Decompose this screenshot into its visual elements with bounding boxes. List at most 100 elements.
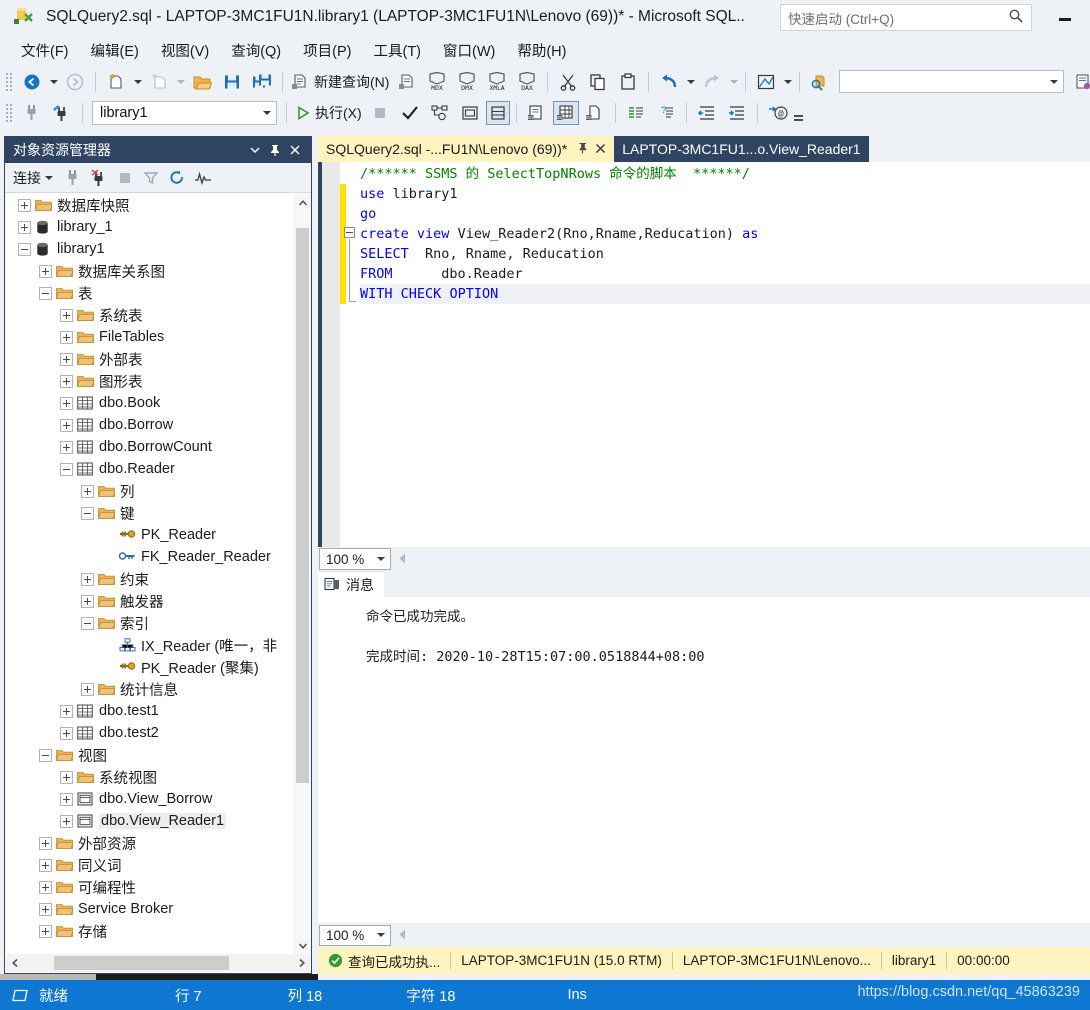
tree-node[interactable]: 统计信息 [6,678,295,700]
tree-node[interactable]: dbo.View_Reader1 [6,810,295,832]
editor-code[interactable]: /****** SSMS 的 SelectTopNRows 命令的脚本 ****… [360,164,1090,304]
results-zoom-dropdown-icon[interactable] [372,933,390,937]
toolbar-grip[interactable] [5,71,14,92]
navigate-back-button[interactable] [18,70,46,94]
menu-item-edit[interactable]: 编辑(E) [80,37,150,64]
copy-button[interactable] [584,70,612,94]
toolbar-overflow-icon[interactable] [793,102,805,124]
query-options-button[interactable] [456,101,484,125]
connect-button[interactable] [48,101,76,125]
tree-node[interactable]: dbo.test1 [6,700,295,722]
object-explorer-tree[interactable]: 数据库快照 library_1 library1 数据库关系图表系统表 FileTabl… [6,194,295,954]
expand-icon[interactable] [60,396,73,410]
expand-icon[interactable] [39,264,52,278]
navigate-forward-button[interactable] [61,70,89,94]
results-to-grid-button[interactable]: 01 [552,100,579,125]
quick-launch-box[interactable]: 快速启动 (Ctrl+Q) [780,4,1032,31]
new-mdx-query-button[interactable]: MDX [423,70,451,94]
collapse-icon[interactable] [81,506,94,520]
expand-icon[interactable] [81,682,94,696]
editor-zoom-dropdown-icon[interactable] [372,557,390,561]
expand-icon[interactable] [60,770,73,784]
stop-button[interactable] [366,101,394,125]
tree-node[interactable]: 可编程性 [6,876,295,898]
paste-button[interactable] [614,70,642,94]
comment-lines-button[interactable] [622,101,650,125]
filter-icon[interactable] [139,167,163,189]
tree-scroll-thumb[interactable] [296,228,309,783]
tree-node[interactable]: 索引 [6,612,295,634]
tree-node[interactable]: dbo.BorrowCount [6,436,295,458]
disconnect-button[interactable] [18,101,46,125]
menu-item-view[interactable]: 视图(V) [150,37,220,64]
tree-node[interactable]: IX_Reader (唯一，非 [6,634,295,656]
results-to-text-button[interactable]: 01 [523,101,551,125]
extension-button[interactable] [1069,70,1090,94]
connect-label[interactable]: 连接 [13,168,41,188]
tree-hscroll-thumb[interactable] [54,956,229,970]
expand-icon[interactable] [60,792,73,806]
tree-node[interactable]: dbo.Book [6,392,295,414]
parse-button[interactable] [396,101,424,125]
results-body[interactable]: 命令已成功完成。 完成时间: 2020-10-28T15:07:00.05188… [318,597,1090,923]
expand-icon[interactable] [18,220,31,234]
tree-node[interactable]: dbo.Borrow [6,414,295,436]
tab-view-reader1[interactable]: LAPTOP-3MC1FU1...o.View_Reader1 [614,136,869,162]
new-dmx-query-button[interactable]: DMX [453,70,481,94]
collapse-icon[interactable] [18,242,31,256]
menu-item-tools[interactable]: 工具(T) [362,37,432,64]
expand-icon[interactable] [60,374,73,388]
display-estimated-plan-button[interactable] [426,101,454,125]
minimize-button[interactable] [1054,10,1076,28]
new-project-button[interactable] [145,70,173,94]
expand-icon[interactable] [81,572,94,586]
include-actual-plan-button[interactable] [485,100,510,125]
outline-collapse-icon[interactable] [344,227,355,238]
expand-icon[interactable] [60,308,73,322]
scroll-down-arrow-icon[interactable] [295,937,310,954]
tree-node[interactable]: 列 [6,480,295,502]
menu-item-project[interactable]: 项目(P) [292,37,362,64]
menu-item-help[interactable]: 帮助(H) [506,37,577,64]
find-combo-dropdown-icon[interactable] [1045,79,1063,84]
new-query-dropdown-icon[interactable] [131,70,144,94]
tree-node[interactable]: 表 [6,282,295,304]
cut-button[interactable] [554,70,582,94]
new-dax-query-button[interactable]: DAX [513,70,541,94]
tree-node[interactable]: 存储 [6,920,295,942]
menu-item-query[interactable]: 查询(Q) [220,37,292,64]
results-to-file-button[interactable]: 01 [581,101,609,125]
expand-icon[interactable] [81,594,94,608]
tree-node[interactable]: dbo.test2 [6,722,295,744]
tree-node[interactable]: Service Broker [6,898,295,920]
redo-dropdown-icon[interactable] [727,70,740,94]
collapse-icon[interactable] [60,462,73,476]
collapse-icon[interactable] [39,286,52,300]
tree-node[interactable]: dbo.Reader [6,458,295,480]
specify-values-button[interactable]: @ [764,101,792,125]
disconnect-all-icon[interactable] [87,167,111,189]
tree-node[interactable]: 外部资源 [6,832,295,854]
expand-icon[interactable] [81,484,94,498]
expand-icon[interactable] [18,198,31,212]
new-analysis-query-button[interactable] [393,70,421,94]
new-query-with-star-button[interactable] [102,70,130,94]
undo-button[interactable] [655,70,683,94]
pin-icon[interactable] [265,140,285,160]
database-selector[interactable]: library1 [92,100,277,125]
disconnect-icon[interactable] [61,167,85,189]
new-project-dropdown-icon[interactable] [174,70,187,94]
tree-node[interactable]: 外部表 [6,348,295,370]
activity-monitor-icon[interactable] [191,167,215,189]
tab-messages[interactable]: 消息 [318,571,384,597]
pin-icon[interactable] [577,141,588,157]
tree-node[interactable]: FK_Reader_Reader [6,546,295,568]
tree-node[interactable]: dbo.View_Borrow [6,788,295,810]
expand-icon[interactable] [60,704,73,718]
scroll-left-arrow-icon[interactable] [6,955,23,972]
new-query-button[interactable]: 新建查询(N) [289,70,391,94]
editor-splitter-left-arrow-icon[interactable] [398,552,407,567]
increase-indent-button[interactable] [723,101,751,125]
open-file-button[interactable] [188,70,216,94]
execute-button[interactable]: 执行(X) [293,101,364,125]
